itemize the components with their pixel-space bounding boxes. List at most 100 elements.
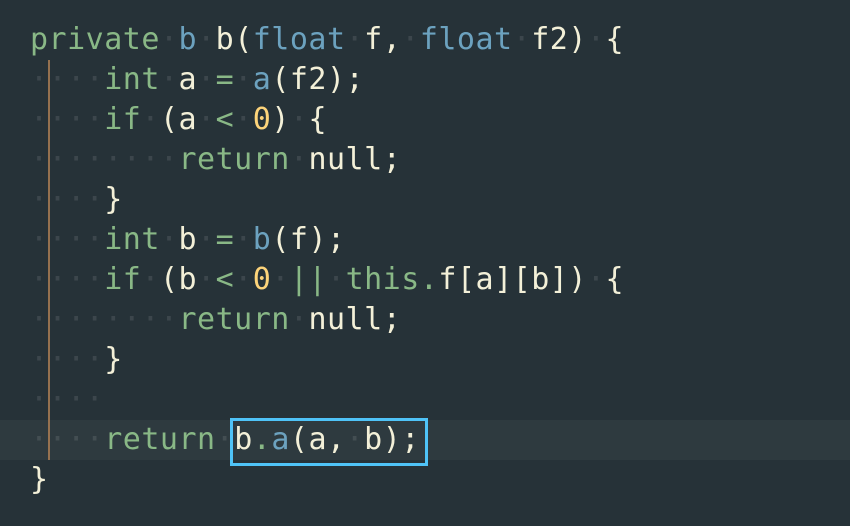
whitespace: · <box>587 22 606 57</box>
token-punct: , <box>383 22 402 57</box>
whitespace: · <box>290 102 309 137</box>
token-punct: ) <box>568 22 587 57</box>
indent-whitespace: ···· <box>30 62 104 97</box>
token-kw: return <box>104 422 215 457</box>
token-punct: { <box>605 262 624 297</box>
indent-guide <box>48 260 50 300</box>
whitespace: · <box>587 262 606 297</box>
token-punct: ; <box>383 142 402 177</box>
token-punct: , <box>327 422 346 457</box>
token-kw: this <box>346 262 420 297</box>
token-punct: ] <box>550 262 569 297</box>
token-type: float <box>253 22 346 57</box>
whitespace: · <box>141 262 160 297</box>
whitespace: · <box>234 222 253 257</box>
token-null: null <box>308 142 382 177</box>
token-null: null <box>308 302 382 337</box>
token-ident: b <box>531 262 550 297</box>
code-line[interactable]: ········return·null; <box>0 300 850 340</box>
code-line[interactable]: ····} <box>0 180 850 220</box>
indent-whitespace: ········ <box>30 302 179 337</box>
token-ident: b <box>216 22 235 57</box>
token-type: b <box>179 22 198 57</box>
token-func: b <box>253 222 272 257</box>
token-ident: b <box>179 262 198 297</box>
token-punct: } <box>104 182 123 217</box>
token-punct: ; <box>327 222 346 257</box>
indent-whitespace: ···· <box>30 262 104 297</box>
code-line[interactable]: ····int·a·=·a(f2); <box>0 60 850 100</box>
token-punct: ) <box>568 262 587 297</box>
token-punct: ) <box>383 422 402 457</box>
code-editor[interactable]: private·b·b(float·f,·float·f2)·{····int·… <box>0 0 850 500</box>
token-punct: ) <box>308 222 327 257</box>
token-punct: [ <box>457 262 476 297</box>
code-line[interactable]: ····if·(b·<·0·||·this.f[a][b])·{ <box>0 260 850 300</box>
whitespace: · <box>197 62 216 97</box>
whitespace: · <box>197 262 216 297</box>
token-ident: f <box>290 222 309 257</box>
whitespace: · <box>346 22 365 57</box>
indent-whitespace: ···· <box>30 182 104 217</box>
indent-guide <box>48 100 50 140</box>
indent-guide <box>48 180 50 220</box>
whitespace: · <box>197 102 216 137</box>
whitespace: · <box>234 262 253 297</box>
indent-whitespace: ···· <box>30 222 104 257</box>
indent-whitespace: ···· <box>30 382 104 417</box>
indent-guide <box>48 140 50 180</box>
indent-guide <box>48 220 50 260</box>
token-punct: ) <box>327 62 346 97</box>
whitespace: · <box>234 102 253 137</box>
token-punct: } <box>104 342 123 377</box>
indent-guide <box>48 340 50 380</box>
token-func: a <box>253 62 272 97</box>
token-op: < <box>216 262 235 297</box>
whitespace: · <box>327 262 346 297</box>
indent-whitespace: ···· <box>30 342 104 377</box>
whitespace: · <box>290 142 309 177</box>
token-num: 0 <box>253 102 272 137</box>
whitespace: · <box>346 422 365 457</box>
token-punct: ( <box>271 62 290 97</box>
token-op: = <box>216 222 235 257</box>
whitespace: · <box>401 22 420 57</box>
code-line[interactable]: ········return·null; <box>0 140 850 180</box>
code-line[interactable]: ····int·b·=·b(f); <box>0 220 850 260</box>
token-ident: b <box>234 422 253 457</box>
token-ident: f2 <box>531 22 568 57</box>
token-ident: f2 <box>290 62 327 97</box>
whitespace: · <box>234 62 253 97</box>
token-ident: a <box>179 62 198 97</box>
token-punct: ( <box>160 262 179 297</box>
code-line[interactable]: private·b·b(float·f,·float·f2)·{ <box>0 20 850 60</box>
code-line[interactable]: } <box>0 460 850 500</box>
whitespace: · <box>160 222 179 257</box>
code-line[interactable]: ···· <box>0 380 850 420</box>
whitespace: · <box>160 62 179 97</box>
token-punct: ( <box>290 422 309 457</box>
token-num: 0 <box>253 262 272 297</box>
indent-guide <box>48 420 50 460</box>
token-type: float <box>420 22 513 57</box>
token-func: a <box>271 422 290 457</box>
code-line[interactable]: ····if·(a·<·0)·{ <box>0 100 850 140</box>
token-punct: { <box>308 102 327 137</box>
token-ident: f <box>364 22 383 57</box>
token-punct: { <box>605 22 624 57</box>
token-ident: a <box>308 422 327 457</box>
whitespace: · <box>197 222 216 257</box>
code-line[interactable]: ····} <box>0 340 850 380</box>
token-op: < <box>216 102 235 137</box>
indent-whitespace: ···· <box>30 102 104 137</box>
token-punct: ; <box>401 422 420 457</box>
token-ident: b <box>179 222 198 257</box>
token-op: = <box>216 62 235 97</box>
token-kw: int <box>104 222 160 257</box>
code-line[interactable]: ····return·b.a(a,·b); <box>0 420 850 460</box>
token-punct: ; <box>383 302 402 337</box>
whitespace: · <box>513 22 532 57</box>
token-punct: ( <box>160 102 179 137</box>
token-kw: return <box>179 302 290 337</box>
token-kw: return <box>179 142 290 177</box>
